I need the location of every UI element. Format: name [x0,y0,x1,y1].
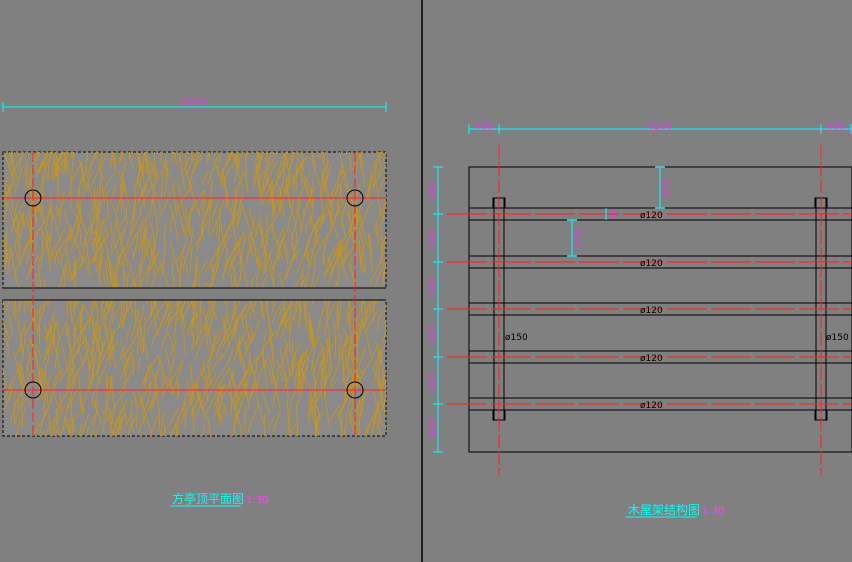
rail-label: ø120 [640,306,663,316]
frame-scale: 1:30 [702,506,724,517]
thatch-stroke [207,282,209,288]
thatch-stroke [16,152,19,158]
cad-canvas[interactable]: 5000 方亭顶平面图 1:30 400 4200 400 600 625 62… [0,0,852,562]
top-dim-text: 4200 [647,121,672,132]
rail-label: ø120 [640,401,663,411]
thatch-stroke [379,152,382,154]
roof-plan-scale: 1:30 [246,495,268,506]
vert-dim-text: 625 [428,371,439,390]
post-label-left: ø150 [505,333,528,343]
thatch-stroke [24,152,27,154]
roof-plan: 5000 方亭顶平面图 1:30 [2,97,387,507]
thatch-stroke [252,152,255,154]
roof-plan-caption: 方亭顶平面图 [172,491,244,506]
thatch-stroke [233,202,236,235]
inner-dim-text: 80 [609,209,618,219]
thatch-stroke [372,152,374,154]
thatch-stroke [111,152,113,153]
overall-dimension: 5000 [2,97,387,112]
thatch-stroke [160,152,162,165]
thatch-stroke [384,426,386,430]
thatch-stroke [214,152,216,156]
top-dimensions: 400 4200 400 [468,121,852,134]
thatch-stroke [379,152,383,158]
inner-dim-text: 475 [573,228,584,247]
vertical-dimensions: 600 625 625 625 625 600 [428,166,443,453]
top-dim-text: 400 [826,121,845,132]
frame-caption: 木屋架结构图 [628,502,700,517]
post-label-right: ø150 [826,333,849,343]
rail-label: ø120 [640,211,663,221]
vert-dim-text: 625 [428,228,439,247]
thatch-stroke [306,152,308,155]
thatch-stroke [90,152,92,154]
vert-dim-text: 600 [428,180,439,199]
drawing-svg: 5000 方亭顶平面图 1:30 400 4200 400 600 625 62… [2,0,852,562]
thatch-stroke [49,152,52,155]
thatch-stroke [136,152,138,156]
thatch-stroke [272,152,275,155]
thatch-stroke [179,152,182,156]
thatch-stroke [15,287,17,288]
thatch-stroke [378,152,380,165]
thatch-stroke [139,434,141,436]
top-dim-text: 400 [474,121,493,132]
rail-label: ø120 [640,354,663,364]
thatch-stroke [187,152,189,154]
inner-dim-text: 505 [661,178,672,197]
vert-dim-text: 625 [428,276,439,295]
thatch-stroke [14,152,16,157]
vert-dim-text: 600 [428,418,439,437]
rail-label: ø120 [640,259,663,269]
thatch-stroke [377,152,379,154]
vert-dim-text: 625 [428,323,439,342]
timber-frame: 400 4200 400 600 625 625 625 625 600 505… [428,121,852,518]
thatch-stroke [65,152,67,153]
overall-dimension-text: 5000 [181,97,206,108]
thatch-stroke [177,152,179,153]
